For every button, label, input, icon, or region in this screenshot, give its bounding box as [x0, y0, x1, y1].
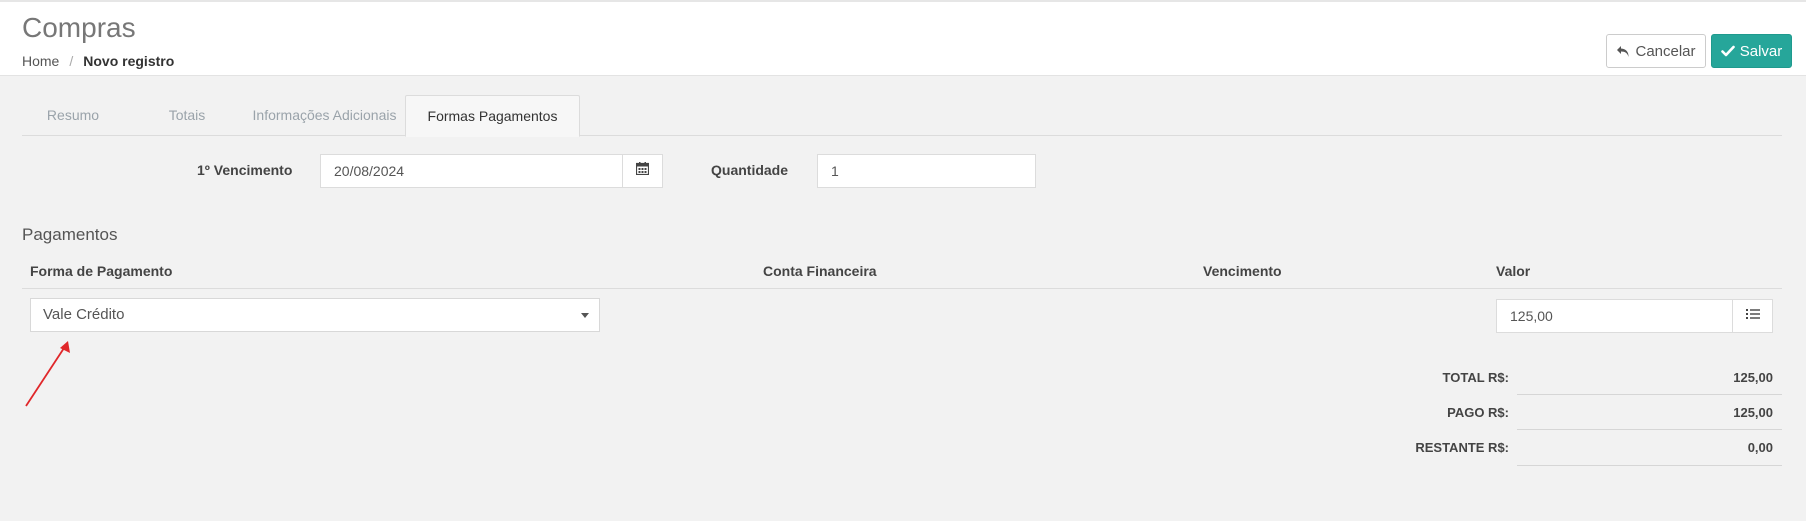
quantity-label: Quantidade [711, 162, 789, 178]
page-title: Compras [22, 12, 136, 43]
total-value: 125,00 [1733, 370, 1773, 385]
cancel-button-label: Cancelar [1635, 42, 1696, 60]
page-header: Compras Home / Novo registro Cancelar Salv… [0, 0, 1806, 76]
tab-totais[interactable]: Totais [142, 95, 232, 136]
breadcrumb: Home / Novo registro [22, 53, 174, 69]
payment-method-selected-value: Vale Crédito [43, 306, 125, 323]
check-icon [1720, 45, 1735, 57]
annotation-arrow-icon [25, 341, 70, 407]
paid-label: PAGO R$: [1447, 405, 1509, 420]
tab-informacoes-adicionais[interactable]: Informações Adicionais [232, 95, 417, 136]
breadcrumb-home[interactable]: Home [22, 53, 59, 69]
undo-icon [1616, 45, 1630, 58]
paid-value: 125,00 [1733, 405, 1773, 420]
cancel-button[interactable]: Cancelar [1606, 34, 1706, 68]
totals-divider [1517, 394, 1782, 395]
remaining-label: RESTANTE R$: [1415, 440, 1509, 455]
totals-divider [1517, 429, 1782, 430]
list-icon [1745, 307, 1760, 325]
tab-resumo[interactable]: Resumo [22, 95, 124, 136]
payment-value-input[interactable] [1496, 299, 1733, 333]
payment-method-select[interactable]: Vale Crédito [30, 298, 600, 332]
payments-section-title: Pagamentos [22, 225, 118, 244]
totals-divider [1517, 465, 1782, 466]
total-label: TOTAL R$: [1442, 370, 1509, 385]
first-due-label: 1º Vencimento [197, 162, 293, 178]
column-header-value: Valor [1496, 263, 1531, 279]
first-due-date-input[interactable] [320, 154, 623, 188]
calendar-button[interactable] [622, 154, 663, 188]
quantity-input[interactable] [817, 154, 1036, 188]
breadcrumb-current: Novo registro [83, 53, 175, 69]
column-header-due-date: Vencimento [1203, 263, 1282, 279]
column-header-payment-method: Forma de Pagamento [30, 263, 173, 279]
save-button[interactable]: Salvar [1711, 34, 1792, 68]
remaining-value: 0,00 [1747, 440, 1773, 455]
table-header-divider [22, 288, 1782, 289]
column-header-financial-account: Conta Financeira [763, 263, 877, 279]
chevron-down-icon [581, 313, 589, 318]
save-button-label: Salvar [1739, 42, 1783, 60]
calendar-icon [635, 162, 650, 180]
installments-list-button[interactable] [1732, 299, 1773, 333]
breadcrumb-separator: / [69, 53, 74, 69]
tab-formas-pagamentos[interactable]: Formas Pagamentos [405, 95, 580, 137]
tab-bar: Resumo Totais Informações Adicionais For… [22, 95, 1782, 137]
